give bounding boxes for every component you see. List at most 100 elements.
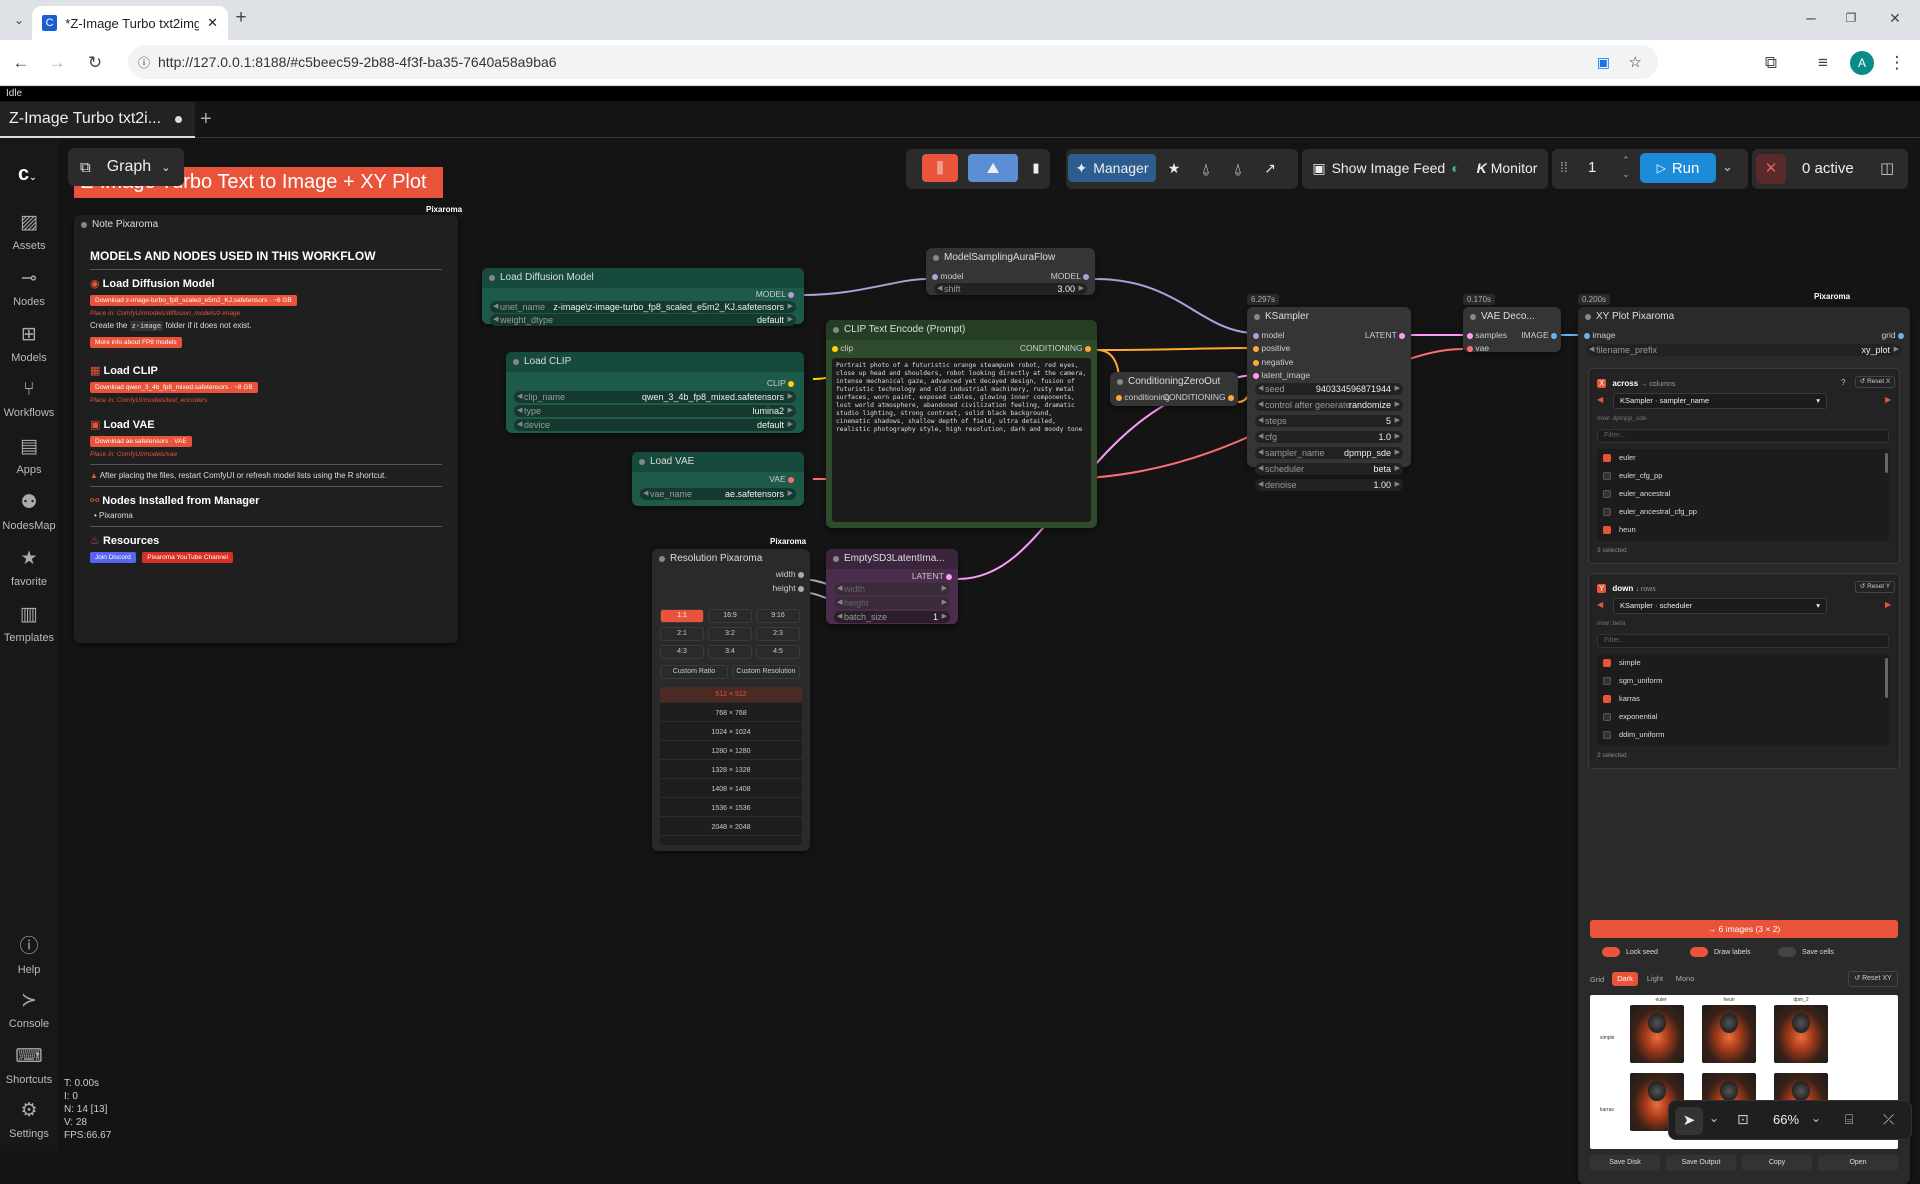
y-filter-input[interactable]: Filter...	[1597, 634, 1889, 648]
select-tool-icon[interactable]: ➤	[1675, 1107, 1703, 1135]
ratio-4-3-button[interactable]: 4:3	[660, 645, 704, 659]
vae-decode-node[interactable]: VAE Deco... samples IMAGE vae	[1463, 307, 1561, 353]
download-vae-button[interactable]: Download ae.safetensors · VAE	[90, 436, 192, 447]
pixaroma-logo-icon[interactable]: ⛰	[968, 154, 1018, 182]
y-value-item[interactable]: simple	[1603, 656, 1641, 670]
forward-icon[interactable]: →	[46, 52, 68, 74]
comfy-logo[interactable]: c⌄	[18, 163, 37, 186]
sidebar-item-models[interactable]: ⊞ Models	[0, 323, 58, 364]
restore-icon[interactable]: ❐	[1840, 7, 1862, 29]
y-value-item[interactable]: exponential	[1603, 710, 1657, 724]
reset-xy-button[interactable]: ↺ Reset XY	[1848, 971, 1898, 987]
scheduler-widget[interactable]: schedulerbeta	[1255, 463, 1403, 475]
conditioning-output[interactable]: CONDITIONING	[1020, 343, 1091, 353]
fit-view-icon[interactable]: ⊡	[1737, 1111, 1749, 1128]
x-value-item[interactable]: euler_ancestral	[1603, 487, 1670, 501]
favorites-star-icon[interactable]: ★	[1160, 154, 1188, 182]
model-b-icon[interactable]: ⍙	[1224, 154, 1252, 182]
seed-widget[interactable]: seed940334596871944	[1255, 383, 1403, 395]
fp8-info-button[interactable]: More info about FP8 models	[90, 337, 182, 348]
cast-icon[interactable]: ▣	[1597, 54, 1610, 71]
ratio-2-1-button[interactable]: 2:1	[660, 627, 704, 641]
clip-text-encode-node[interactable]: CLIP Text Encode (Prompt) clip CONDITION…	[826, 320, 1097, 528]
clip-name-widget[interactable]: clip_nameqwen_3_4b_fp8_mixed.safetensors	[514, 391, 796, 403]
cancel-icon[interactable]: ✕	[1756, 154, 1786, 184]
down-select[interactable]: KSampler · scheduler ▾	[1613, 598, 1827, 614]
run-button[interactable]: ▷ Run	[1640, 153, 1716, 183]
batch-size-widget[interactable]: batch_size1	[834, 611, 950, 623]
sidebar-item-templates[interactable]: ▥ Templates	[0, 603, 58, 644]
custom-ratio-button[interactable]: Custom Ratio	[660, 665, 728, 679]
image-output[interactable]: IMAGE	[1521, 330, 1557, 340]
ratio-3-2-button[interactable]: 3:2	[708, 627, 752, 641]
save-output-button[interactable]: Save Output	[1666, 1155, 1736, 1171]
toggle-panel-icon[interactable]: ◫	[1880, 159, 1894, 177]
image-input[interactable]: image	[1584, 330, 1616, 340]
minimize-icon[interactable]: –	[1800, 7, 1822, 29]
batch-count-input[interactable]: 1	[1588, 159, 1596, 176]
vae-name-widget[interactable]: vae_nameae.safetensors	[640, 488, 796, 500]
denoise-widget[interactable]: denoise1.00	[1255, 479, 1403, 491]
discord-button[interactable]: Join Discord	[90, 552, 136, 563]
graph-canvas[interactable]: Z-Image Turbo Text to Image + XY Plot No…	[58, 139, 1920, 1184]
youtube-button[interactable]: Pixaroma YouTube Channel	[142, 552, 233, 563]
save-cells-toggle[interactable]: Save cells	[1778, 947, 1834, 957]
grid-mono-button[interactable]: Mono	[1670, 972, 1700, 986]
shift-widget[interactable]: shift3.00	[934, 283, 1087, 295]
sidebar-item-shortcuts[interactable]: ⌨ Shortcuts	[0, 1045, 58, 1086]
filename-prefix-widget[interactable]: filename_prefixxy_plot	[1586, 344, 1902, 356]
samples-input[interactable]: samples	[1467, 330, 1507, 340]
run-options-chevron-icon[interactable]: ⌄	[1722, 159, 1733, 175]
monitor-button[interactable]: K Monitor	[1470, 154, 1544, 182]
close-tab-icon[interactable]: ✕	[207, 15, 218, 31]
size-option[interactable]: 1280 × 1280	[660, 744, 802, 760]
ratio-1-1-button[interactable]: 1:1	[660, 609, 704, 623]
new-tab-icon[interactable]: +	[230, 7, 252, 29]
browser-tab[interactable]: C *Z-Image Turbo txt2img + XY Pl ✕	[32, 6, 228, 40]
copy-button[interactable]: Copy	[1742, 1155, 1812, 1171]
minimap-icon[interactable]: ⌸	[1845, 1111, 1853, 1128]
close-window-icon[interactable]: ✕	[1884, 7, 1906, 29]
prompt-textarea[interactable]: Portrait photo of a futuristic orange st…	[832, 358, 1091, 522]
sidebar-item-settings[interactable]: ⚙ Settings	[0, 1099, 58, 1140]
size-option[interactable]: 1408 × 1408	[660, 782, 802, 798]
unet-name-widget[interactable]: unet_namez-image\z-image-turbo_fp8_scale…	[490, 301, 796, 313]
size-option[interactable]: 1328 × 1328	[660, 763, 802, 779]
reset-x-button[interactable]: ↺ Reset X	[1855, 376, 1895, 388]
width-widget[interactable]: width	[834, 583, 950, 595]
sidebar-item-console[interactable]: ≻ Console	[0, 989, 58, 1030]
active-queue-count[interactable]: 0 active	[1802, 160, 1854, 177]
reload-icon[interactable]: ↻	[84, 52, 106, 74]
ratio-16-9-button[interactable]: 16:9	[708, 609, 752, 623]
generate-images-button[interactable]: → 6 images (3 × 2)	[1590, 920, 1898, 938]
cfg-widget[interactable]: cfg1.0	[1255, 431, 1403, 443]
size-option[interactable]: 1024 × 1024	[660, 725, 802, 741]
sampler-name-widget[interactable]: sampler_namedpmpp_sde	[1255, 447, 1403, 459]
ratio-3-4-button[interactable]: 3:4	[708, 645, 752, 659]
batch-stepper[interactable]: ⌃ ⌄	[1622, 153, 1630, 181]
ratio-9-16-button[interactable]: 9:16	[756, 609, 800, 623]
xy-plot-pixaroma-node[interactable]: XY Plot Pixaroma image grid filename_pre…	[1578, 307, 1910, 1184]
y-value-item[interactable]: sgm_uniform	[1603, 674, 1662, 688]
clip-type-widget[interactable]: typelumina2	[514, 405, 796, 417]
vae-output[interactable]: VAE	[769, 474, 794, 484]
bookmark-icon[interactable]: ▮	[1024, 154, 1048, 182]
hide-links-icon[interactable]: ⤫	[1883, 1111, 1894, 1128]
size-option[interactable]: 1536 × 1536	[660, 801, 802, 817]
conditioning-output[interactable]: CONDITIONING	[1163, 392, 1234, 402]
x-value-item[interactable]: euler_ancestral_cfg_pp	[1603, 505, 1697, 519]
clip-output[interactable]: CLIP	[767, 378, 794, 388]
model-output[interactable]: MODEL	[1051, 271, 1089, 281]
weight-dtype-widget[interactable]: weight_dtypedefault	[490, 314, 796, 326]
tool-menu-chevron-icon[interactable]: ⌄	[1709, 1111, 1719, 1125]
ratio-4-5-button[interactable]: 4:5	[756, 645, 800, 659]
sidebar-item-assets[interactable]: ▨ Assets	[0, 211, 58, 252]
grid-output[interactable]: grid	[1881, 330, 1904, 340]
help-icon[interactable]: ?	[1841, 378, 1845, 387]
back-icon[interactable]: ←	[10, 52, 32, 74]
latent-image-input[interactable]: latent_image	[1253, 370, 1310, 380]
graph-menu-button[interactable]: ⧉ Graph ⌄	[68, 148, 184, 186]
download-unet-button[interactable]: Download z-image-turbo_fp8_scaled_e5m2_K…	[90, 295, 297, 306]
ksampler-node[interactable]: KSampler model LATENT positive negative …	[1247, 307, 1411, 491]
grid-light-button[interactable]: Light	[1642, 972, 1668, 986]
